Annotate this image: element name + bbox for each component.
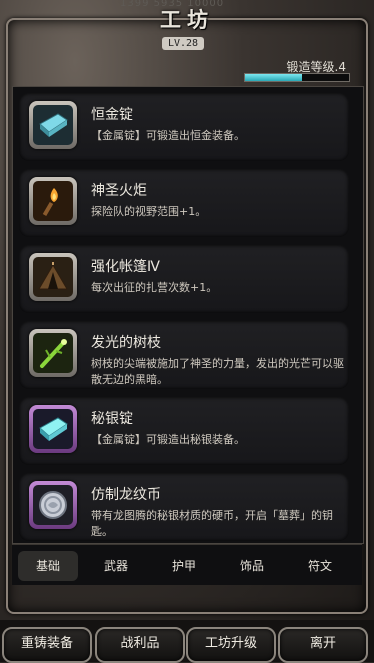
tab-armor[interactable]: 护甲 xyxy=(154,551,214,581)
item-icon-frame xyxy=(29,481,77,529)
list-item[interactable]: 神圣火炬 探险队的视野范围+1。 xyxy=(19,169,349,237)
item-name: 秘银锭 xyxy=(91,411,133,427)
mithril-ingot-icon xyxy=(39,417,68,441)
page-title: 工坊 xyxy=(160,8,214,32)
item-name: 发光的树枝 xyxy=(91,335,161,351)
tent-icon xyxy=(38,262,68,290)
list-item[interactable]: 恒金锭 【金属锭】可锻造出恒金装备。 xyxy=(19,93,349,161)
forge-progress-bar xyxy=(244,73,350,82)
item-desc: 探险队的视野范围+1。 xyxy=(91,205,207,218)
forge-progress-fill xyxy=(245,74,303,81)
torch-icon xyxy=(42,188,58,217)
tab-weapons[interactable]: 武器 xyxy=(86,551,146,581)
item-desc: 带有龙图腾的秘银材质的硬币，开启「墓葬」的钥匙。 xyxy=(91,509,333,538)
list-item[interactable]: 发光的树枝 树枝的尖端被施加了神圣的力量，发出的光芒可以驱散无边的黑暗。 xyxy=(19,321,349,389)
item-icon-frame xyxy=(29,253,77,301)
item-icon-frame xyxy=(29,101,77,149)
workshop-frame: 1399 5935 10000 工坊 LV.28 锻造等级.4 恒金锭 【金属锭… xyxy=(0,0,374,620)
action-bar: 重铸装备 战利品 工坊升级 离开 xyxy=(0,620,374,663)
upgrade-workshop-button[interactable]: 工坊升级 xyxy=(186,627,276,663)
list-item[interactable]: 仿制龙纹币 带有龙图腾的秘银材质的硬币，开启「墓葬」的钥匙。 xyxy=(19,473,349,541)
item-desc: 树枝的尖端被施加了神圣的力量，发出的光芒可以驱散无边的黑暗。 xyxy=(91,357,344,386)
item-desc: 【金属锭】可锻造出秘银装备。 xyxy=(91,433,245,446)
item-name: 神圣火炬 xyxy=(91,183,147,199)
item-desc: 【金属锭】可锻造出恒金装备。 xyxy=(91,129,245,142)
item-icon-frame xyxy=(29,177,77,225)
item-desc: 每次出征的扎营次数+1。 xyxy=(91,281,218,294)
tab-basic[interactable]: 基础 xyxy=(18,551,78,581)
tab-runes[interactable]: 符文 xyxy=(290,551,350,581)
category-tabs: 基础 武器 护甲 饰品 符文 xyxy=(12,544,362,585)
level-badge: LV.28 xyxy=(162,37,204,50)
list-item[interactable]: 强化帐篷Ⅳ 每次出征的扎营次数+1。 xyxy=(19,245,349,313)
gold-ingot-icon xyxy=(39,113,68,137)
item-icon-frame xyxy=(29,405,77,453)
item-icon-frame xyxy=(29,329,77,377)
item-name: 强化帐篷Ⅳ xyxy=(91,259,160,275)
leave-button[interactable]: 离开 xyxy=(278,627,368,663)
item-name: 仿制龙纹币 xyxy=(91,487,161,503)
glowing-branch-icon xyxy=(40,339,67,368)
dragon-coin-icon xyxy=(39,491,67,519)
tab-accessories[interactable]: 饰品 xyxy=(222,551,282,581)
item-list[interactable]: 恒金锭 【金属锭】可锻造出恒金装备。 神圣火炬 探险队的视野范围+1。 强化帐篷… xyxy=(12,86,364,544)
reforge-button[interactable]: 重铸装备 xyxy=(2,627,92,663)
list-item[interactable]: 秘银锭 【金属锭】可锻造出秘银装备。 xyxy=(19,397,349,465)
loot-button[interactable]: 战利品 xyxy=(95,627,185,663)
item-name: 恒金锭 xyxy=(91,107,133,123)
